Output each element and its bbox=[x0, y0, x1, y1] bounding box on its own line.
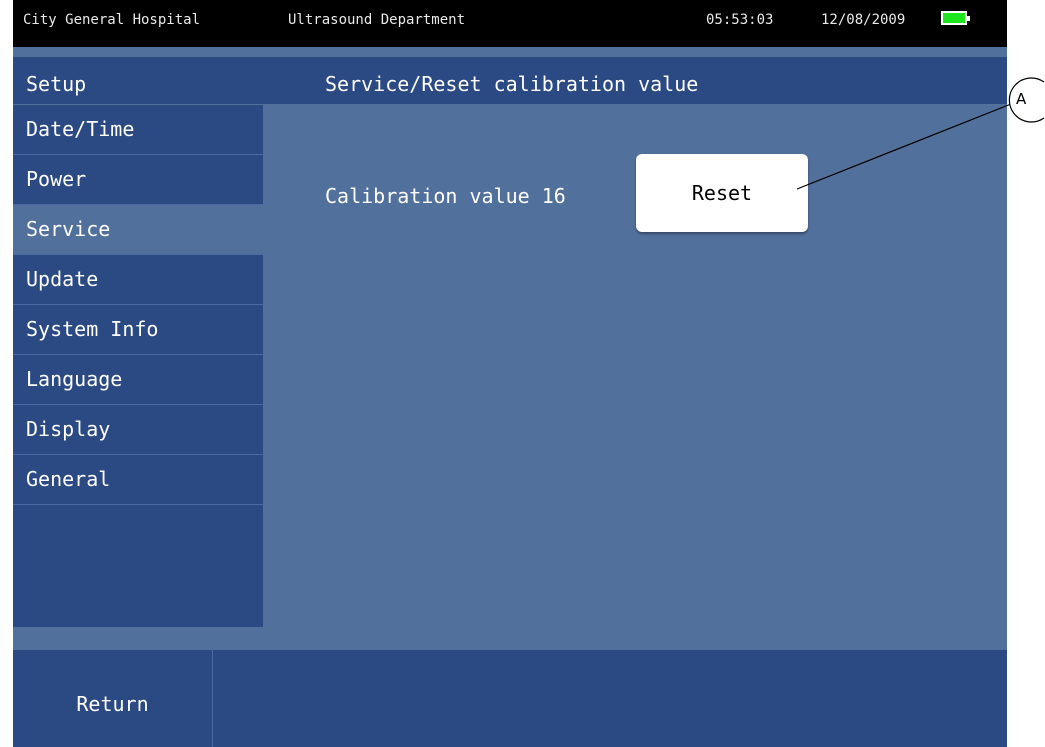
callout-leader-line bbox=[796, 103, 1012, 190]
callout-annotation bbox=[796, 77, 1045, 190]
callout-letter: A bbox=[1016, 90, 1027, 108]
callout-circle bbox=[1008, 77, 1045, 123]
